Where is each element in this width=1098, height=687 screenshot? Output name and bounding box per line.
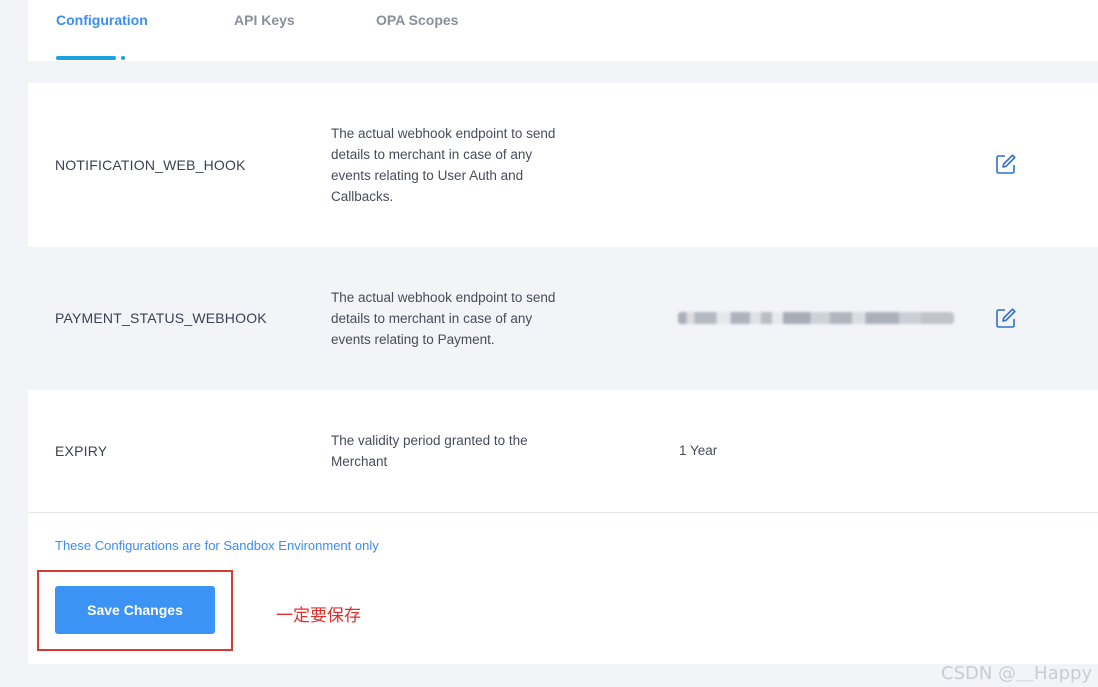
annotation-highlight-box [37,570,233,651]
config-key: EXPIRY [55,443,108,459]
config-key: PAYMENT_STATUS_WEBHOOK [55,310,267,326]
tab-opa-scopes[interactable]: OPA Scopes [376,12,458,28]
config-description: The validity period granted to the Merch… [331,430,581,472]
obscured-webhook-url [678,312,954,324]
tab-content-gap [28,61,1098,83]
active-tab-indicator [56,56,116,60]
config-description: The actual webhook endpoint to send deta… [331,287,581,350]
configuration-panel: Configuration API Keys OPA Scopes NOTIFI… [28,0,1098,664]
description-line: The actual webhook endpoint to send [331,290,556,305]
tab-bar: Configuration API Keys OPA Scopes [28,0,1098,61]
config-description: The actual webhook endpoint to send deta… [331,123,581,207]
config-value: 1 Year [679,443,718,458]
config-key: NOTIFICATION_WEB_HOOK [55,157,246,173]
description-line: Callbacks. [331,189,394,204]
annotation-text: 一定要保存 [276,606,361,626]
tab-configuration[interactable]: Configuration [56,12,148,28]
description-line: details to merchant in case of any [331,311,533,326]
config-row-expiry: EXPIRY The validity period granted to th… [28,390,1098,512]
config-row-payment-status-webhook: PAYMENT_STATUS_WEBHOOK The actual webhoo… [28,247,1098,390]
description-line: details to merchant in case of any [331,147,533,162]
footer-divider [28,512,1098,513]
tab-api-keys[interactable]: API Keys [234,12,295,28]
watermark: CSDN @＿Happy [941,663,1093,684]
config-row-notification-web-hook: NOTIFICATION_WEB_HOOK The actual webhook… [28,83,1098,247]
active-tab-indicator-dot [121,56,125,60]
description-line: Merchant [331,454,388,469]
description-line: events relating to User Auth and [331,168,524,183]
description-line: The actual webhook endpoint to send [331,126,556,141]
description-line: The validity period granted to the [331,433,528,448]
description-line: events relating to Payment. [331,332,495,347]
edit-icon[interactable] [995,307,1017,329]
sandbox-note: These Configurations are for Sandbox Env… [55,538,379,553]
edit-icon[interactable] [995,153,1017,175]
